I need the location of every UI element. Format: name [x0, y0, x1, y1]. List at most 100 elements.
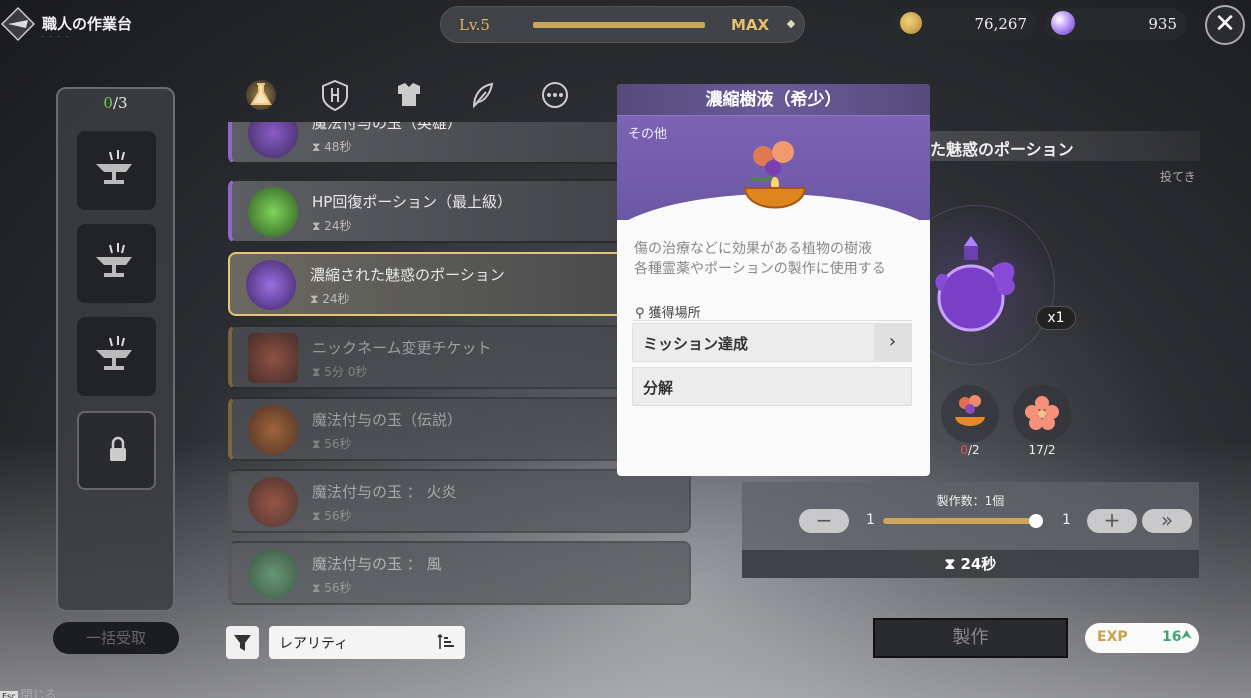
item-time-value: 48秒	[324, 140, 352, 154]
craft-button[interactable]: 製作	[873, 618, 1068, 658]
exp-reward: EXP 16 ⮝	[1085, 623, 1199, 653]
divider	[633, 320, 912, 321]
item-name: ニックネーム変更チケット	[312, 339, 492, 357]
discard-label[interactable]: 投てき	[1160, 168, 1196, 185]
slider-max: 1	[1062, 512, 1071, 528]
sort-icon	[437, 634, 454, 649]
craft-time-value: 24秒	[960, 555, 997, 573]
item-time-value: 5分 0秒	[324, 365, 368, 379]
resin-bowl-icon	[955, 395, 985, 426]
material-slot-2[interactable]	[1013, 385, 1071, 443]
level-max: MAX	[731, 16, 770, 34]
tab-armor[interactable]	[390, 76, 428, 114]
esc-key-icon: Esc	[0, 691, 18, 698]
item-time-value: 56秒	[324, 509, 352, 523]
crafting-slot-1[interactable]	[77, 131, 156, 210]
list-item[interactable]: 魔法付与の玉 ： 火炎 ⧗ 56秒	[228, 469, 691, 533]
item-time: ⧗ 24秒	[312, 219, 352, 233]
source-label: 分解	[643, 379, 674, 397]
armor-icon	[398, 83, 420, 106]
anvil-icon	[96, 243, 132, 277]
fire-orb-icon	[248, 477, 298, 527]
source-title-label: 獲得場所	[648, 306, 701, 321]
max-quantity-button[interactable]: »	[1142, 509, 1192, 533]
wind-orb-icon	[248, 549, 298, 599]
location-pin-icon: ⚲	[635, 306, 645, 321]
level-bar: Lv.5 MAX	[440, 6, 805, 43]
close-hint[interactable]: Esc 閉じる	[0, 686, 57, 698]
shield-rune-icon	[322, 79, 348, 112]
item-name: 魔法付与の玉（英雄）	[312, 122, 463, 132]
up-arrow-icon: ⮝	[1181, 628, 1193, 643]
app-title: 職人の作業台	[42, 15, 133, 33]
quantity-slider[interactable]	[883, 518, 1043, 524]
item-info-popup: 濃縮樹液（希少） その他 傷の治療などに効果がある植物の樹液 各種霊薬やポーショ…	[617, 84, 930, 476]
gold-value: 76,267	[974, 15, 1028, 33]
item-time: ⧗ 48秒	[312, 140, 352, 154]
anvil-icon	[96, 336, 132, 370]
chevron-right-icon[interactable]: ›	[874, 324, 911, 361]
hp-potion-icon	[248, 187, 298, 237]
item-time: ⧗ 24秒	[310, 292, 350, 306]
item-time-value: 56秒	[324, 581, 352, 595]
gold-currency: 76,267	[892, 8, 1037, 40]
source-dismantle: 分解	[632, 367, 912, 406]
gold-coin-icon	[900, 12, 922, 34]
item-time: ⧗ 56秒	[312, 509, 352, 523]
item-time-value: 56秒	[324, 437, 352, 451]
level-progress	[533, 22, 705, 28]
crafting-slot-3[interactable]	[77, 317, 156, 396]
slots-filled: 0	[103, 94, 113, 112]
list-item[interactable]: 魔法付与の玉 ： 風 ⧗ 56秒	[228, 541, 691, 605]
slider-min: 1	[866, 512, 875, 528]
decrease-button[interactable]: −	[799, 509, 849, 533]
slider-handle[interactable]	[1029, 514, 1043, 528]
popup-description: 傷の治療などに効果がある植物の樹液 各種霊薬やポーションの製作に使用する	[634, 241, 886, 277]
material-need: /2	[967, 443, 980, 457]
item-time: ⧗ 5分 0秒	[312, 365, 368, 379]
anvil-icon	[96, 150, 132, 184]
enchant-orb-icon	[248, 122, 298, 158]
top-bar: 職人の作業台 - - - - Lv.5 MAX 76,267 935 ✕	[0, 0, 1251, 50]
exp-label: EXP	[1097, 629, 1128, 645]
resin-bowl-icon	[743, 141, 807, 209]
close-button[interactable]: ✕	[1205, 5, 1245, 45]
orange-flower-icon	[1025, 396, 1059, 430]
increase-button[interactable]: +	[1087, 509, 1137, 533]
app-subtitle: - - - -	[42, 33, 71, 40]
crafting-slots-panel: 0/3	[56, 87, 175, 612]
crafting-slot-2[interactable]	[77, 224, 156, 303]
tab-potions[interactable]	[242, 76, 280, 114]
gem-icon	[1051, 11, 1075, 35]
craft-time: ⧗ 24秒	[742, 550, 1199, 578]
lock-icon	[110, 436, 126, 461]
tab-enchant[interactable]	[316, 76, 354, 114]
tab-accessory[interactable]	[464, 76, 502, 114]
item-name: 魔法付与の玉 ： 風	[312, 555, 442, 573]
item-name: HP回復ポーション（最上級）	[312, 193, 513, 211]
source-label: ミッション達成	[643, 335, 749, 353]
material-need: /2	[1043, 443, 1056, 457]
material-count-1: 0/2	[941, 443, 999, 457]
rarity-sort-dropdown[interactable]: レアリティ	[269, 626, 465, 659]
locked-slot[interactable]	[77, 411, 156, 490]
tab-other[interactable]	[536, 76, 574, 114]
slots-count: 0/3	[58, 94, 173, 112]
material-have: 0	[960, 443, 968, 457]
collect-all-button[interactable]: 一括受取	[53, 622, 179, 654]
material-count-2: 17/2	[1013, 443, 1071, 457]
ticket-icon	[248, 333, 298, 383]
item-time-value: 24秒	[322, 292, 350, 306]
close-hint-label: 閉じる	[20, 688, 57, 698]
material-slot-1[interactable]	[941, 385, 999, 443]
item-time-value: 24秒	[324, 219, 352, 233]
more-icon	[542, 82, 568, 108]
feather-icon	[472, 82, 494, 109]
item-name: 魔法付与の玉（伝説）	[312, 411, 463, 429]
source-mission[interactable]: ミッション達成 ›	[632, 323, 912, 362]
enchant-orb-legend-icon	[248, 405, 298, 455]
rarity-label: レアリティ	[279, 636, 349, 652]
filter-button[interactable]	[226, 626, 259, 659]
workbench-logo-icon	[0, 6, 36, 42]
diamond-icon	[786, 19, 796, 29]
